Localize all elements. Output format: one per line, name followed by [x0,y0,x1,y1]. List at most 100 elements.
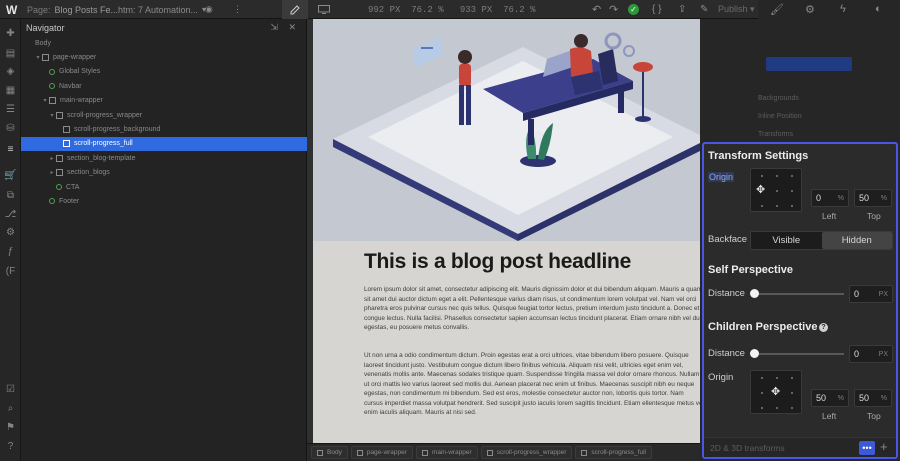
transform-settings-title: Transform Settings [708,150,809,162]
style-section-position[interactable]: Inline Position [758,113,802,120]
navigator-row[interactable]: CTA [21,180,307,194]
code-export-icon[interactable]: { } [652,0,661,19]
navigator-header: Navigator ⇲ ✕ [21,19,306,36]
backface-hidden-option[interactable]: Hidden [821,232,892,249]
canvas-dimensions: 992 PX 76.2 % 933 PX 76.2 % [368,4,536,15]
style-manager-icon[interactable]: ◐ [875,3,882,15]
expand-arrow-icon[interactable]: ▾ [48,112,56,119]
children-distance-slider-handle[interactable] [750,349,759,358]
preview-eye-icon[interactable]: ◉ [205,0,213,19]
webflow-logo[interactable]: W [6,0,17,19]
origin-left-unit[interactable]: % [838,195,844,202]
search-icon[interactable]: ⌕ [4,402,17,415]
style-brush-icon[interactable]: 🖌 [770,3,784,16]
cms-collections-icon[interactable]: ⛁ [4,122,17,135]
origin-label[interactable]: Origin [708,172,735,182]
children-distance-input[interactable]: 0 PX [849,345,893,363]
navigator-row[interactable]: Body [21,36,307,50]
expand-arrow-icon[interactable]: ▾ [34,54,42,61]
breadcrumb-item[interactable]: page-wrapper [350,446,413,459]
navigator-row[interactable]: ▸ section_blogs [21,166,307,180]
move-arrows-icon: ✥ [756,184,766,196]
navigator-row[interactable]: Navbar [21,79,307,93]
origin-top-value: 50 [859,193,870,203]
settings-gear-icon[interactable]: ⚙ [805,3,815,16]
navigator-icon[interactable]: ≡ [4,143,17,156]
redo-icon[interactable]: ↷ [609,0,618,19]
navigator-row[interactable]: ▸ section_blog-template [21,151,307,165]
origin-top-caption: Top [867,211,881,221]
page-selector[interactable]: Page: Blog Posts Fe... [27,0,118,19]
expand-arrow-icon[interactable]: ▸ [48,155,56,162]
navigator-row[interactable]: ▾ main-wrapper [21,94,307,108]
children-origin-picker-grid[interactable]: ✥ [750,370,802,414]
more-options-icon[interactable]: ⋮ [233,0,243,19]
navigator-row[interactable]: scroll-progress_background [21,122,307,136]
help-icon[interactable]: ? [4,440,17,453]
design-canvas[interactable]: This is a blog post headline Lorem ipsum… [307,19,700,443]
style-section-transforms[interactable]: Transforms [758,131,793,138]
self-distance-slider-handle[interactable] [750,289,759,298]
app-f-icon[interactable]: ƒ [4,245,17,258]
components-icon[interactable]: ◈ [4,65,17,78]
children-origin-top-unit[interactable]: % [881,395,887,402]
pages-icon[interactable]: ▤ [4,47,17,60]
help-question-icon[interactable]: ? [819,323,828,332]
share-icon[interactable]: ⇪ [678,0,686,19]
interactions-icon[interactable]: ϟ [840,3,846,15]
expand-arrow-icon[interactable]: ▾ [41,97,49,104]
self-distance-input[interactable]: 0 PX [849,285,893,303]
undo-icon[interactable]: ↶ [592,0,601,19]
assets-icon[interactable]: ▦ [4,84,17,97]
children-distance-slider[interactable] [754,353,844,355]
navigator-row-selected[interactable]: scroll-progress_full [21,136,307,151]
navigator-row[interactable]: ▾ page-wrapper [21,50,307,64]
self-perspective-title: Self Perspective [708,264,793,276]
div-block-icon [56,169,63,177]
children-origin-top-input[interactable]: 50 % [854,389,892,407]
designer-mode-icon[interactable] [282,0,308,19]
navigator-actions[interactable]: ⇲ ✕ [270,22,300,33]
class-selector-chip[interactable] [766,57,852,71]
app-finsweet-icon[interactable]: (F [4,265,17,278]
add-transform-button[interactable]: + [880,439,888,454]
origin-top-unit[interactable]: % [881,195,887,202]
settings-icon[interactable]: ⚙ [4,226,17,239]
expand-arrow-icon[interactable]: ▸ [48,169,56,176]
users-icon[interactable]: ⧉ [4,189,17,202]
navigator-row-label: Navbar [59,82,82,90]
origin-left-input[interactable]: 0 % [811,189,849,207]
more-settings-button[interactable]: ••• [859,441,875,455]
ecommerce-icon[interactable]: 🛒 [4,169,17,182]
add-element-icon[interactable]: ✚ [4,27,17,40]
audit-icon[interactable]: ⚑ [4,421,17,434]
transform-settings-popover: Transform Settings Origin ✥ 0 % 50 % Lef… [702,142,898,459]
children-origin-left-input[interactable]: 50 % [811,389,849,407]
children-origin-left-value: 50 [816,393,827,403]
style-section-backgrounds[interactable]: Backgrounds [758,95,799,102]
breadcrumb-item[interactable]: scroll-progress_wrapper [480,446,573,459]
div-block-icon [486,449,493,456]
automation-selector[interactable]: htm: 7 Automation... ▾ [118,0,206,19]
backface-visible-option[interactable]: Visible [751,232,822,249]
navigator-row-label: section_blog-template [67,154,136,162]
self-distance-slider[interactable] [754,293,844,295]
device-desktop-icon[interactable] [318,0,330,19]
navigator-row-label: scroll-progress_background [74,125,161,133]
breadcrumb-item[interactable]: main-wrapper [415,446,478,459]
children-origin-left-unit[interactable]: % [838,395,844,402]
breadcrumb-item[interactable]: scroll-progress_full [575,446,652,459]
children-distance-unit[interactable]: PX [879,351,888,358]
edit-mode-icon[interactable]: ✎ [700,0,708,19]
breadcrumb-item[interactable]: Body [311,446,348,459]
self-distance-unit[interactable]: PX [879,291,888,298]
navigator-row[interactable]: Global Styles [21,65,307,79]
logic-icon[interactable]: ⎇ [4,208,17,221]
publish-button[interactable]: Publish ▾ [718,0,755,19]
navigator-row[interactable]: Footer [21,194,307,208]
origin-picker-grid[interactable]: ✥ [750,168,802,212]
cms-icon[interactable]: ☰ [4,103,17,116]
origin-top-input[interactable]: 50 % [854,189,892,207]
tasks-icon[interactable]: ☑ [4,383,17,396]
navigator-row[interactable]: ▾ scroll-progress_wrapper [21,108,307,122]
